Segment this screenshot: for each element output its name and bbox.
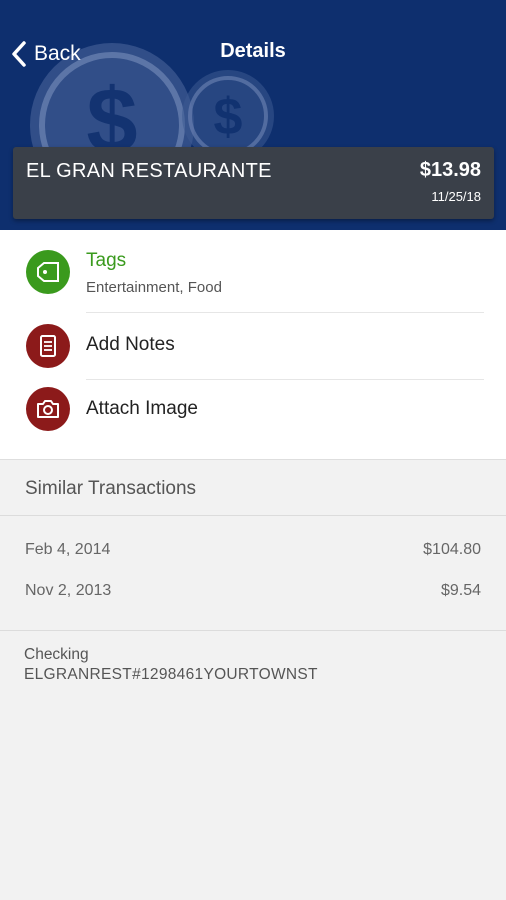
divider <box>86 312 484 313</box>
divider <box>86 379 484 380</box>
similar-date: Nov 2, 2013 <box>25 582 112 599</box>
similar-transaction-row[interactable]: Nov 2, 2013 $9.54 <box>0 582 506 612</box>
similar-amount: $9.54 <box>440 582 481 599</box>
tags-row[interactable]: Tags Entertainment, Food <box>0 244 506 314</box>
tags-value: Entertainment, Food <box>86 279 222 296</box>
divider <box>0 630 506 631</box>
attach-image-label: Attach Image <box>86 398 198 419</box>
svg-text:$: $ <box>214 88 243 146</box>
similar-date: Feb 4, 2014 <box>25 541 111 558</box>
page-title: Details <box>220 40 286 62</box>
account-name: Checking <box>24 646 89 663</box>
tag-icon <box>26 250 70 294</box>
similar-amount: $104.80 <box>423 541 481 558</box>
transaction-amount: $13.98 <box>419 159 481 181</box>
transaction-descriptor: ELGRANREST#1298461YOURTOWNST <box>24 666 318 683</box>
transaction-date: 11/25/18 <box>431 189 481 204</box>
transaction-card: EL GRAN RESTAURANTE $13.98 11/25/18 <box>13 147 494 219</box>
add-notes-row[interactable]: Add Notes <box>0 322 506 378</box>
attach-image-row[interactable]: Attach Image <box>0 385 506 441</box>
camera-icon <box>26 387 70 431</box>
actions-panel: Tags Entertainment, Food Add Notes Attac… <box>0 230 506 460</box>
tags-label: Tags <box>86 250 127 271</box>
divider <box>0 515 506 516</box>
similar-transaction-row[interactable]: Feb 4, 2014 $104.80 <box>0 541 506 571</box>
notes-icon <box>26 324 70 368</box>
add-notes-label: Add Notes <box>86 334 175 355</box>
merchant-name: EL GRAN RESTAURANTE <box>26 160 272 182</box>
similar-transactions-heading: Similar Transactions <box>25 478 197 499</box>
